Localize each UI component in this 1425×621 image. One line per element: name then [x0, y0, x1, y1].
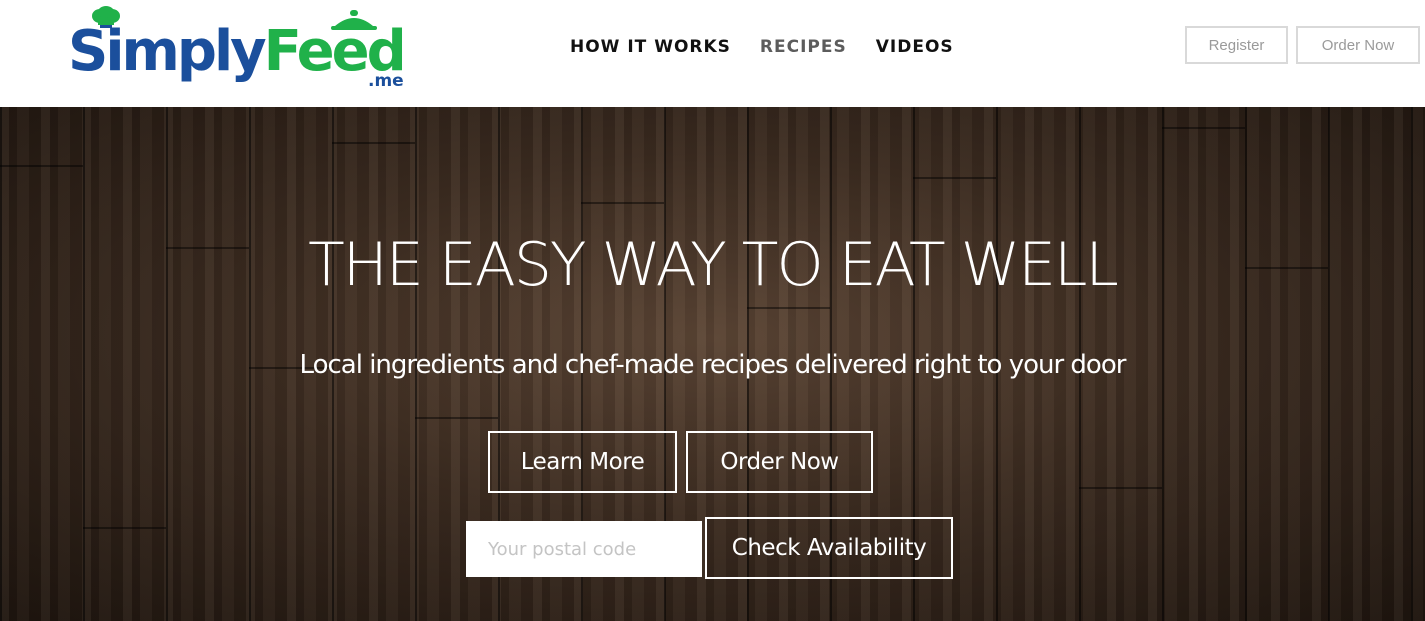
cooking-pot-icon — [331, 10, 377, 30]
site-header: SimplyFeed .me HOW IT WORKS RECIPES VIDE… — [0, 0, 1425, 107]
site-logo[interactable]: SimplyFeed .me — [68, 6, 408, 96]
header-order-now-button[interactable]: Order Now — [1296, 26, 1420, 64]
plank-seam — [1079, 487, 1162, 489]
hero-order-now-button[interactable]: Order Now — [686, 431, 873, 493]
plank-seam — [1162, 127, 1245, 129]
register-button[interactable]: Register — [1185, 26, 1288, 64]
plank-seam — [913, 177, 996, 179]
chef-hat-fork-icon — [92, 6, 120, 28]
plank-seam — [747, 307, 830, 309]
hero-section: THE EASY WAY TO EAT WELL Local ingredien… — [0, 107, 1425, 621]
logo-suffix: .me — [368, 71, 404, 91]
plank-seam — [581, 202, 664, 204]
nav-recipes[interactable]: RECIPES — [760, 37, 847, 57]
hero-subtitle: Local ingredients and chef-made recipes … — [299, 350, 1127, 380]
hero-title: THE EASY WAY TO EAT WELL — [308, 230, 1119, 300]
learn-more-button[interactable]: Learn More — [488, 431, 677, 493]
plank-seam — [332, 142, 415, 144]
plank-seam — [0, 165, 83, 167]
plank-seam — [83, 527, 166, 529]
main-nav: HOW IT WORKS RECIPES VIDEOS — [570, 37, 954, 57]
postal-code-input[interactable] — [466, 521, 702, 577]
check-availability-button[interactable]: Check Availability — [705, 517, 953, 579]
nav-videos[interactable]: VIDEOS — [876, 37, 954, 57]
plank-seam — [415, 417, 498, 419]
nav-how-it-works[interactable]: HOW IT WORKS — [570, 37, 731, 57]
